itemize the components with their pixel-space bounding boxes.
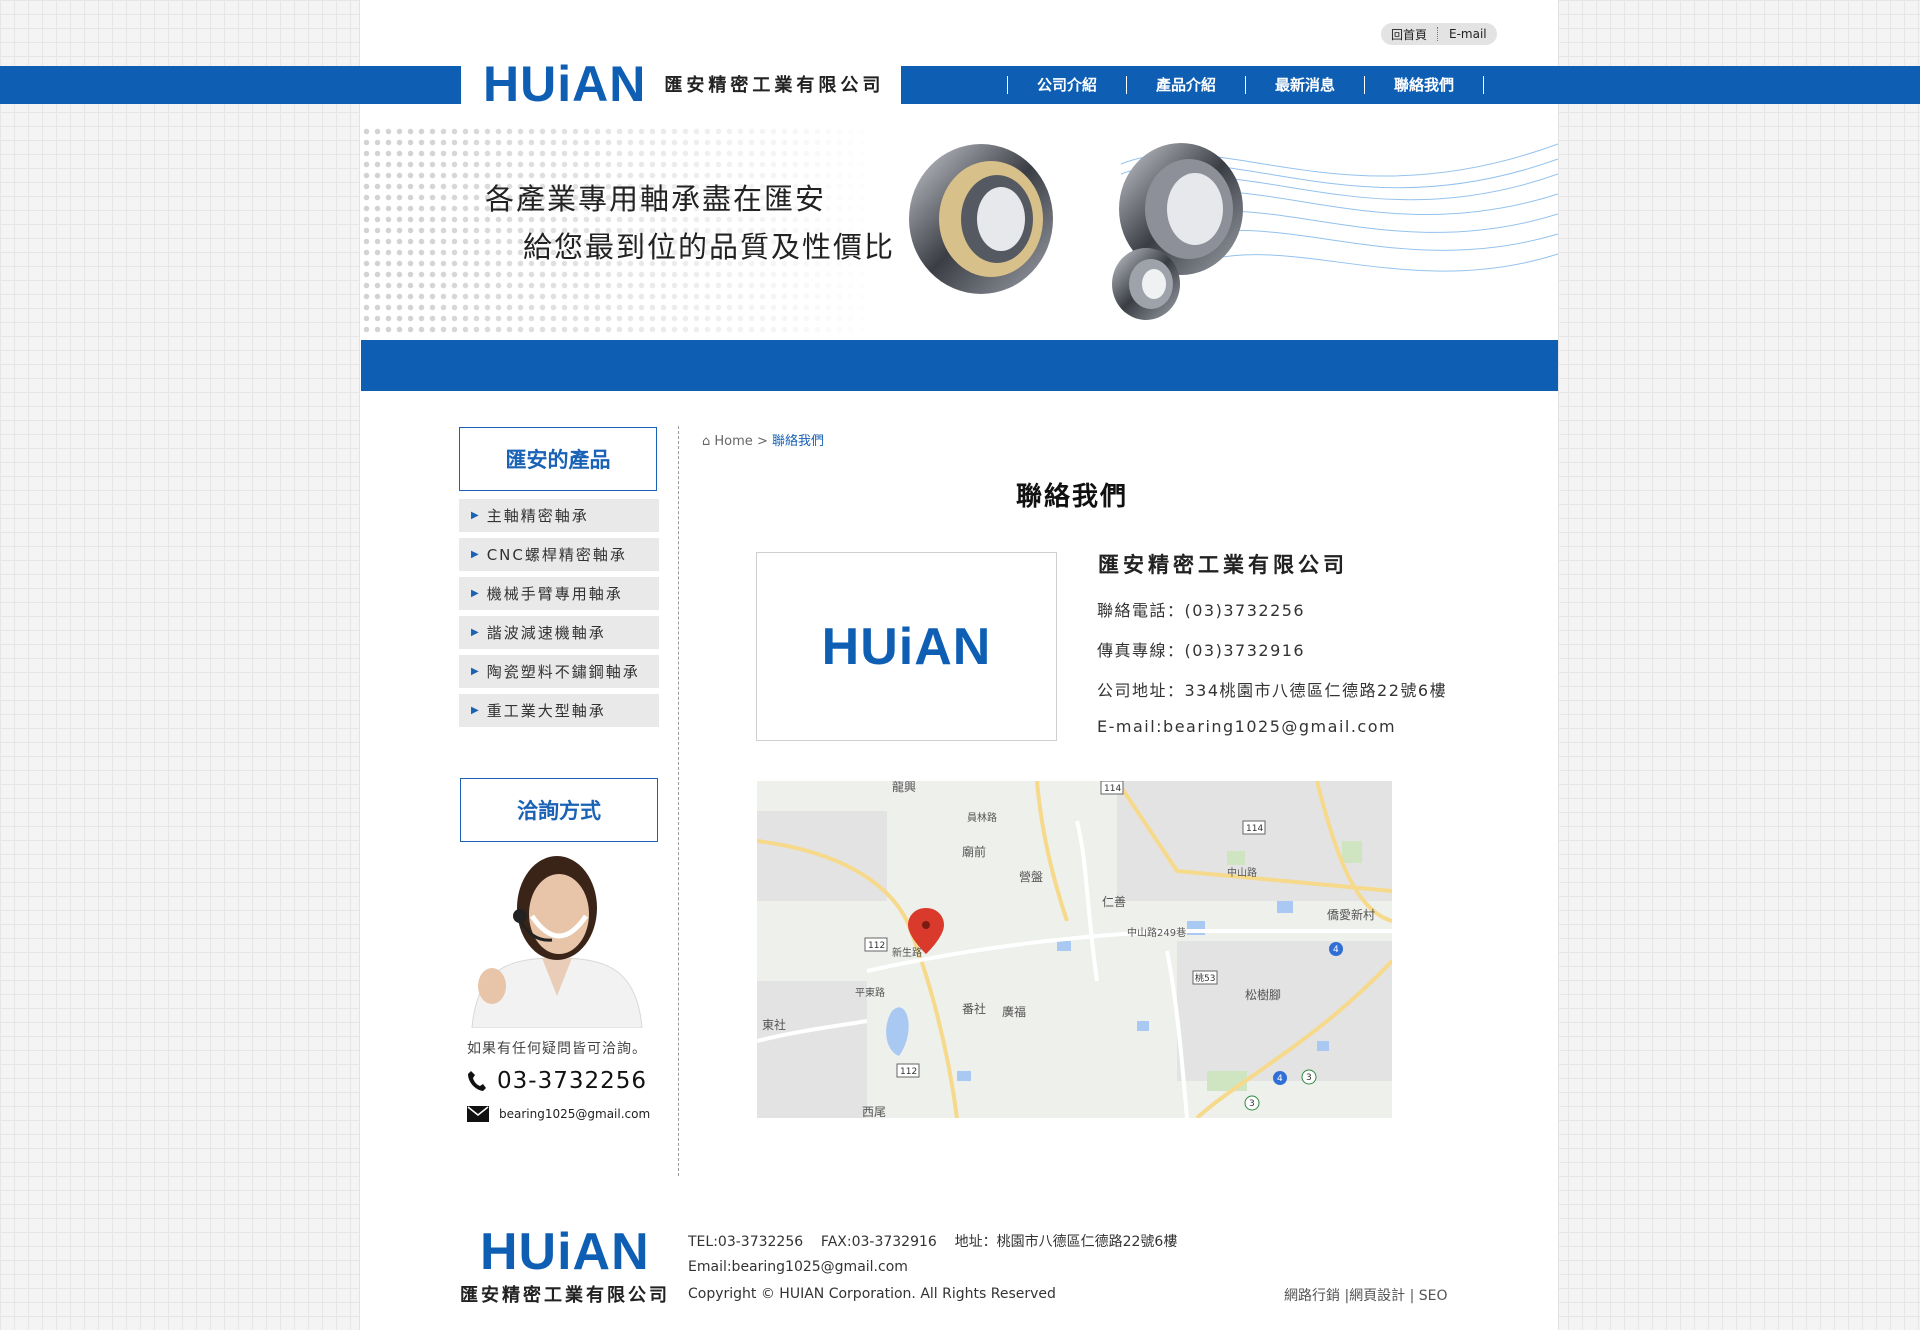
sidebar-email-address: bearing1025@gmail.com <box>499 1107 651 1121</box>
footer-logo[interactable]: HUiAN <box>480 1222 650 1282</box>
product-menu-item[interactable]: ▶ 主軸精密軸承 <box>459 499 659 532</box>
site-logo[interactable]: HUiAN 匯安精密工業有限公司 <box>461 56 901 112</box>
top-links-divider <box>1437 27 1439 41</box>
breadcrumb-home[interactable]: Home <box>714 434 752 449</box>
map-label: 仁善 <box>1102 894 1126 909</box>
svg-text:3: 3 <box>1249 1099 1255 1109</box>
product-label: 重工業大型軸承 <box>486 702 606 720</box>
banner-blue-bar <box>361 340 1558 391</box>
product-menu-item[interactable]: ▶ 機械手臂專用軸承 <box>459 577 659 610</box>
contact-company-name: 匯安精密工業有限公司 <box>1098 552 1348 577</box>
map-label: 員林路 <box>967 811 997 824</box>
product-label: 機械手臂專用軸承 <box>486 585 623 603</box>
product-menu-item[interactable]: ▶ 重工業大型軸承 <box>459 694 659 727</box>
top-links: 回首頁 E-mail <box>1381 23 1497 45</box>
svg-text:112: 112 <box>868 941 885 951</box>
sidebar-phone[interactable]: 03-3732256 <box>467 1068 647 1094</box>
contact-fax: 傳真專線：(03)3732916 <box>1097 641 1306 660</box>
bearing-large <box>909 144 1053 294</box>
footer-links[interactable]: 網路行銷 |網頁設計 | SEO <box>1284 1285 1448 1305</box>
triangle-right-icon: ▶ <box>471 627 481 638</box>
triangle-right-icon: ▶ <box>471 549 481 560</box>
footer-contact-line: TEL:03-3732256 FAX:03-3732916 地址：桃園市八德區仁… <box>688 1234 1178 1250</box>
map-label: 廟前 <box>962 844 986 859</box>
breadcrumb-current: 聯絡我們 <box>771 434 824 449</box>
triangle-right-icon: ▶ <box>471 588 481 599</box>
product-menu: ▶ 主軸精密軸承 ▶ CNC螺桿精密軸承 ▶ 機械手臂專用軸承 ▶ 諧波減速機軸承 ▶ 陶… <box>459 499 659 733</box>
nav-end-divider <box>1483 76 1485 94</box>
triangle-right-icon: ▶ <box>471 705 481 716</box>
product-label: 主軸精密軸承 <box>486 507 589 525</box>
product-label: 陶瓷塑料不鏽鋼軸承 <box>486 663 640 681</box>
svg-text:4: 4 <box>1277 1074 1283 1084</box>
product-menu-item[interactable]: ▶ 陶瓷塑料不鏽鋼軸承 <box>459 655 659 688</box>
contact-email[interactable]: E-mail:bearing1025@gmail.com <box>1097 717 1396 736</box>
hero-banner: 各產業專用軸承盡在匯安 給您最到位的品質及性價比 <box>361 104 1558 340</box>
bearing-small <box>1112 248 1180 320</box>
svg-text:4: 4 <box>1333 945 1339 955</box>
map-label: 中山路249巷 <box>1127 926 1186 939</box>
map-label: 東社 <box>762 1017 786 1032</box>
map-label: 平東路 <box>855 986 885 999</box>
svg-text:3: 3 <box>1306 1073 1312 1083</box>
svg-text:114: 114 <box>1104 784 1121 794</box>
company-logo-card: HUiAN <box>756 552 1057 741</box>
envelope-icon <box>467 1106 489 1122</box>
product-label: 諧波減速機軸承 <box>486 624 606 642</box>
map-label: 西尾 <box>862 1105 886 1118</box>
map-label: 新生路 <box>892 946 922 959</box>
sidebar-email[interactable]: bearing1025@gmail.com <box>467 1106 650 1122</box>
home-link[interactable]: 回首頁 <box>1391 26 1427 43</box>
product-menu-item[interactable]: ▶ CNC螺桿精密軸承 <box>459 538 659 571</box>
map-label: 松樹腳 <box>1245 988 1281 1002</box>
breadcrumb-separator: > <box>756 434 768 449</box>
customer-service-photo <box>462 846 652 1028</box>
product-menu-item[interactable]: ▶ 諧波減速機軸承 <box>459 616 659 649</box>
svg-text:114: 114 <box>1246 824 1263 834</box>
logo-company-name: 匯安精密工業有限公司 <box>664 75 885 96</box>
email-link[interactable]: E-mail <box>1449 27 1487 41</box>
phone-icon <box>468 1071 486 1091</box>
svg-text:桃53: 桃53 <box>1195 972 1215 984</box>
triangle-right-icon: ▶ <box>471 666 481 677</box>
sidebar-phone-number: 03-3732256 <box>497 1068 647 1094</box>
triangle-right-icon: ▶ <box>471 510 481 521</box>
nav-item-about[interactable]: 公司介紹 <box>1007 76 1126 94</box>
map-label: 廣福 <box>1002 1004 1026 1019</box>
header-blue-strip <box>0 66 1920 104</box>
contact-address: 公司地址：334桃園市八德區仁德路22號6樓 <box>1097 681 1448 700</box>
nav-item-news[interactable]: 最新消息 <box>1245 76 1364 94</box>
map-label: 龍興 <box>892 781 916 794</box>
product-label: CNC螺桿精密軸承 <box>486 546 627 564</box>
nav-item-contact[interactable]: 聯絡我們 <box>1364 76 1483 94</box>
contact-phone: 聯絡電話：(03)3732256 <box>1097 601 1306 620</box>
footer-company-name: 匯安精密工業有限公司 <box>460 1285 670 1306</box>
svg-text:112: 112 <box>900 1067 917 1077</box>
map-label: 營盤 <box>1019 870 1043 884</box>
page-title: 聯絡我們 <box>1016 482 1129 512</box>
card-logo: HUiAN <box>821 617 992 676</box>
column-divider <box>678 426 679 1176</box>
main-nav: 公司介紹 產品介紹 最新消息 聯絡我們 <box>1007 66 1485 104</box>
logo-wordmark: HUiAN <box>483 56 647 112</box>
contact-method-title: 洽詢方式 <box>460 778 658 842</box>
banner-bearings-image <box>909 143 1558 320</box>
nav-item-products[interactable]: 產品介紹 <box>1126 76 1245 94</box>
map-label: 中山路 <box>1227 866 1257 879</box>
footer-email-line: Email:bearing1025@gmail.com <box>688 1259 908 1275</box>
footer-copyright: Copyright © HUIAN Corporation. All Right… <box>688 1286 1056 1302</box>
map-label: 僑愛新村 <box>1327 907 1375 922</box>
map-label: 番社 <box>962 1001 986 1016</box>
map-built-areas <box>757 781 1392 1118</box>
location-map[interactable]: 廟前 仁善 營盤 番社 廣福 松樹腳 僑愛新村 東社 西尾 中山路249巷 龍興… <box>757 781 1392 1118</box>
inquiry-text: 如果有任何疑問皆可洽詢。 <box>467 1041 647 1057</box>
breadcrumb: ⌂ Home > 聯絡我們 <box>702 430 824 449</box>
home-icon: ⌂ <box>702 434 711 449</box>
products-title: 匯安的產品 <box>459 427 657 491</box>
